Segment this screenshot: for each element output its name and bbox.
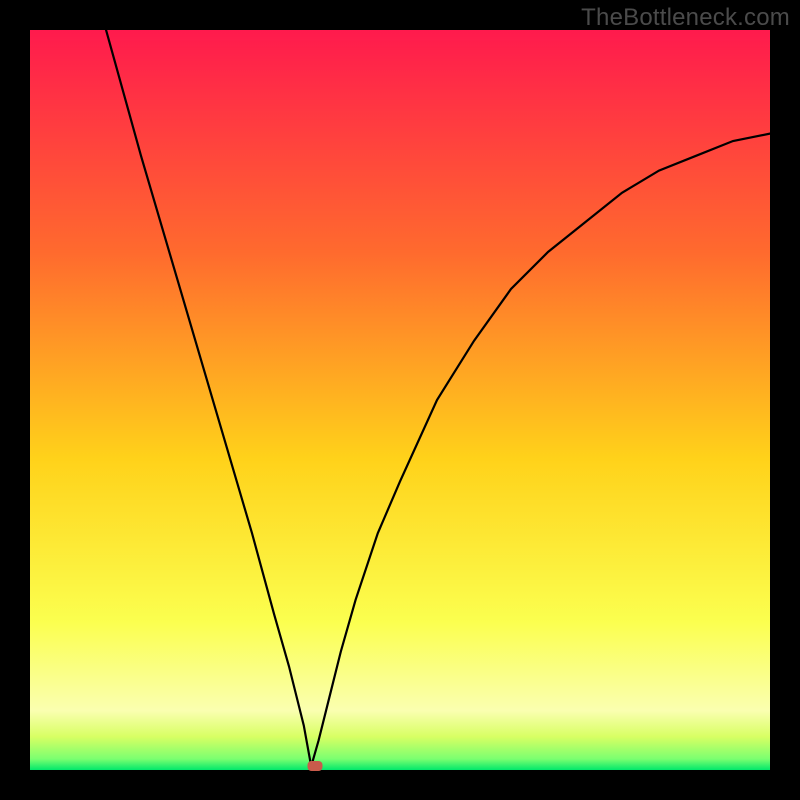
- minimum-marker-dot: [307, 761, 322, 771]
- gradient-background: [30, 30, 770, 770]
- bottleneck-chart: [30, 30, 770, 770]
- watermark-text: TheBottleneck.com: [581, 4, 790, 32]
- chart-frame: TheBottleneck.com: [0, 0, 800, 800]
